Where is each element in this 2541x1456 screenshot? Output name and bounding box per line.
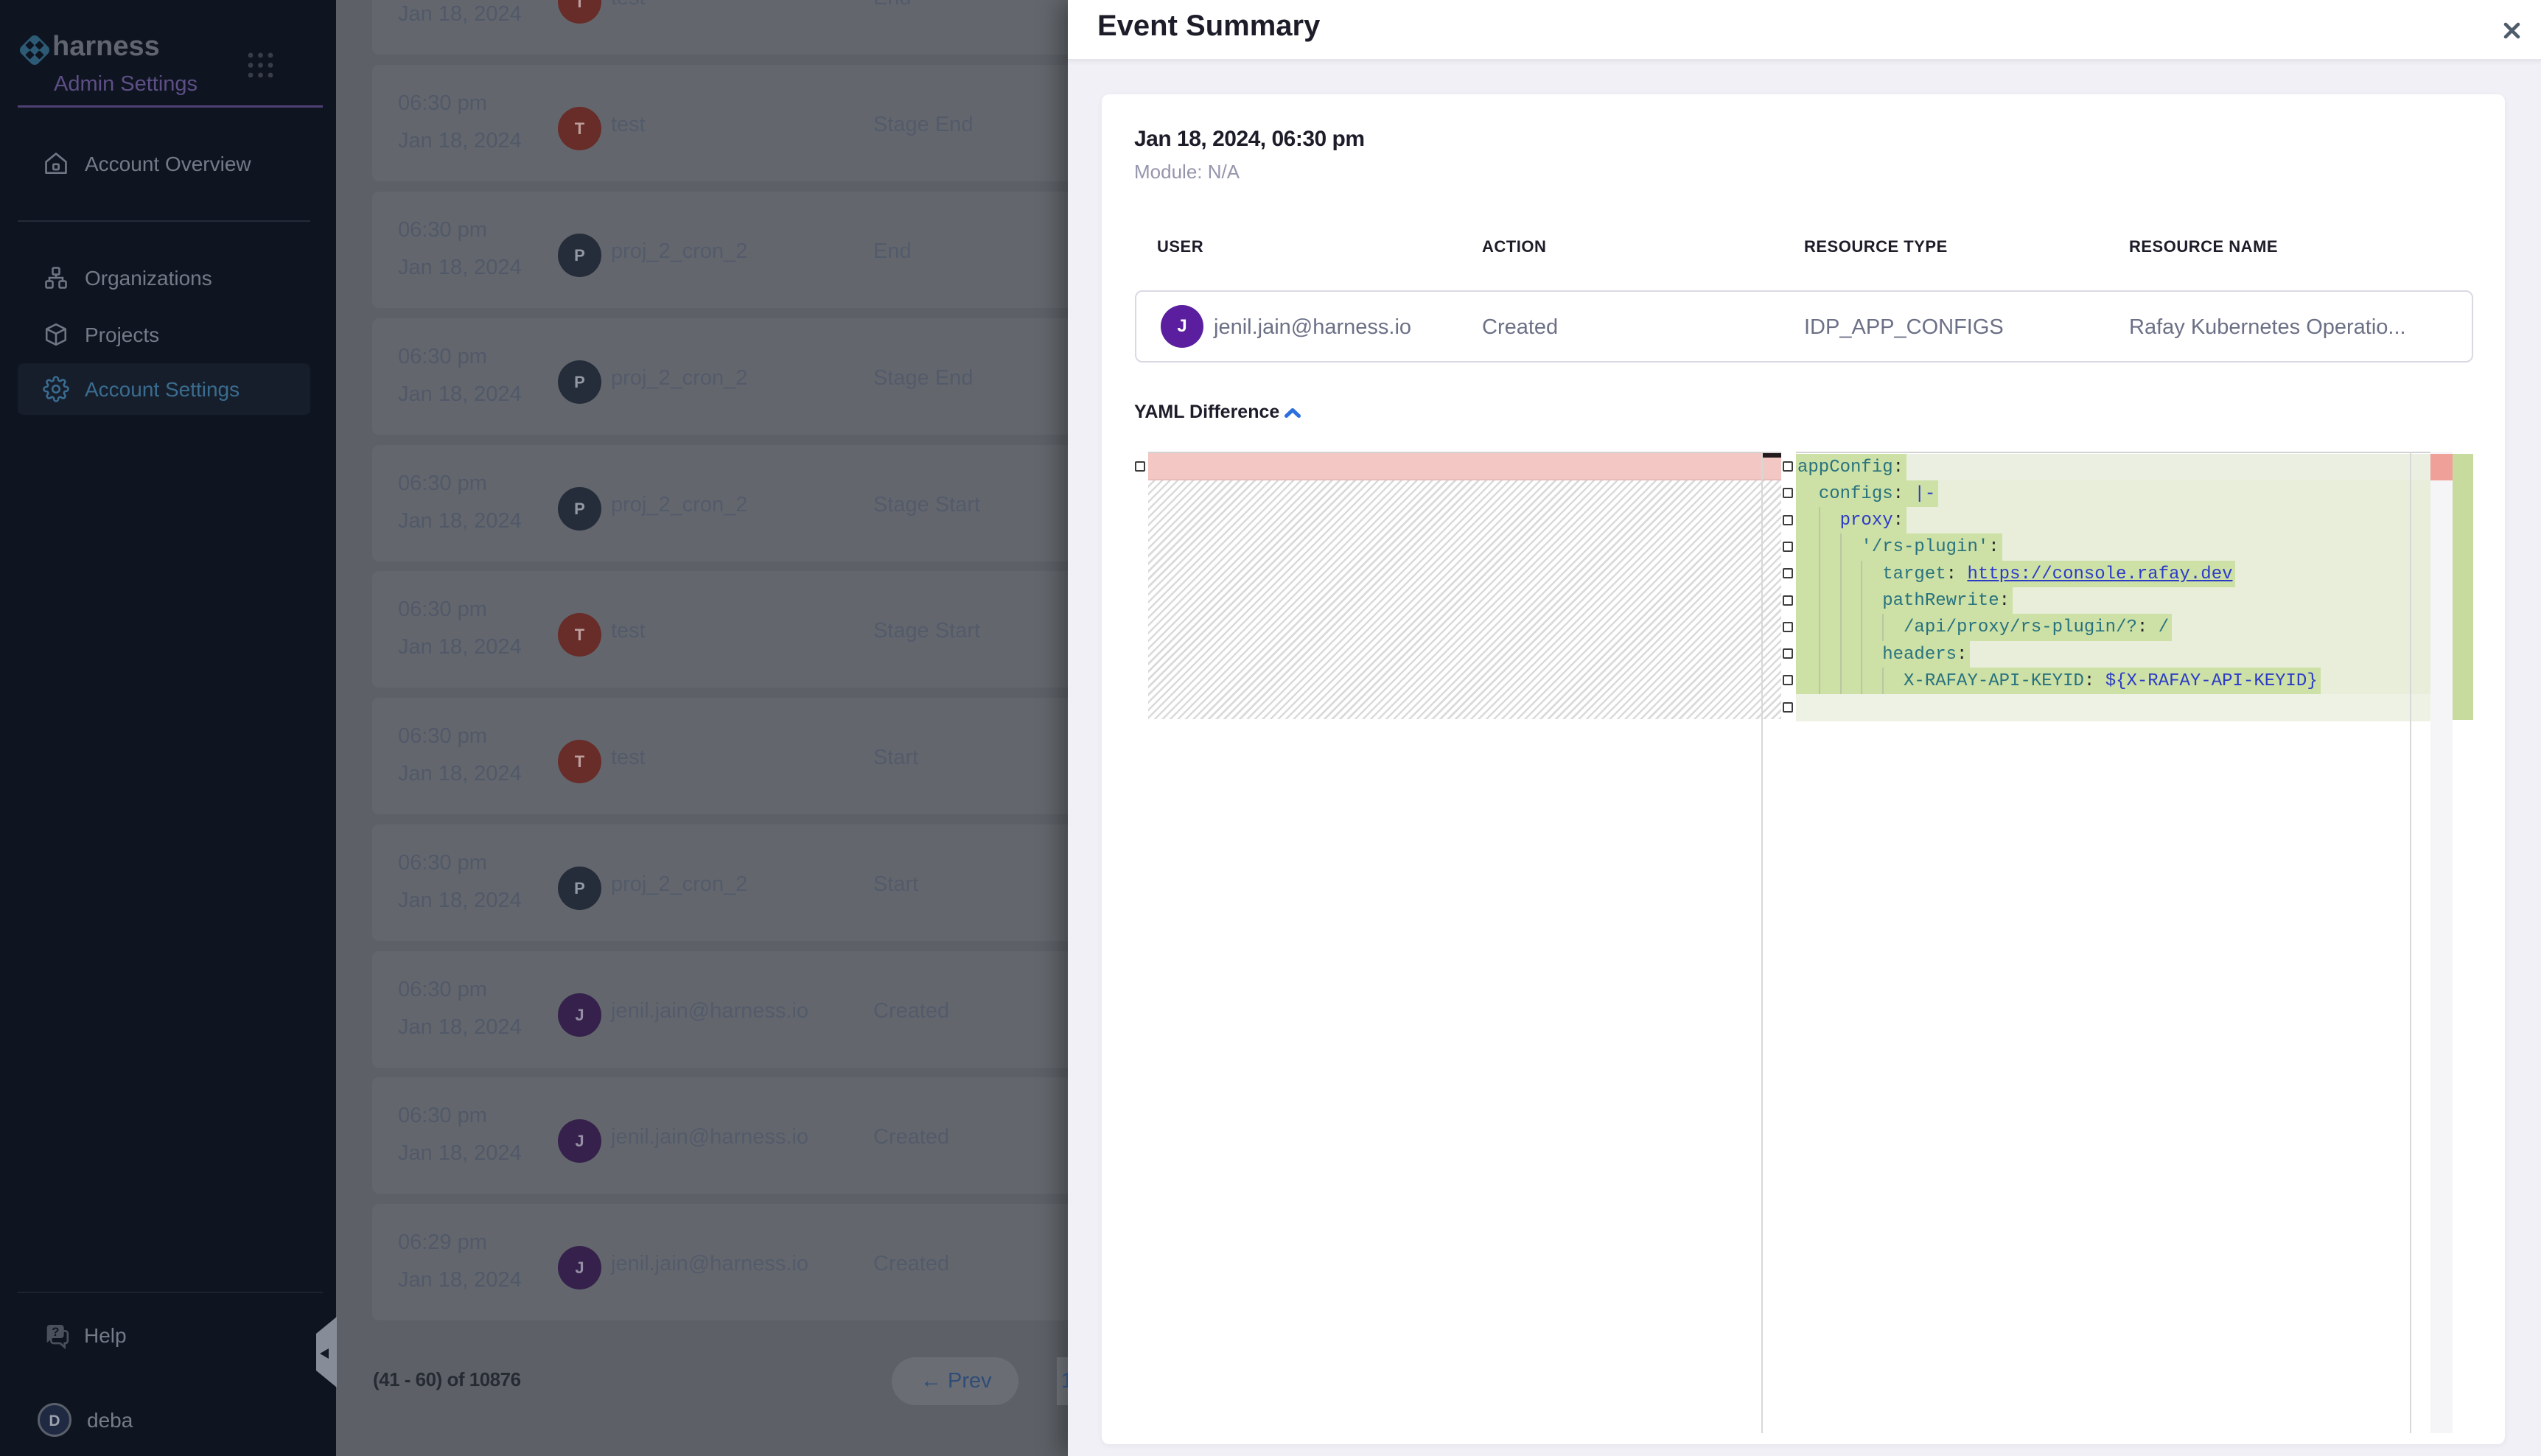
svg-text:?: ?: [52, 1325, 59, 1339]
